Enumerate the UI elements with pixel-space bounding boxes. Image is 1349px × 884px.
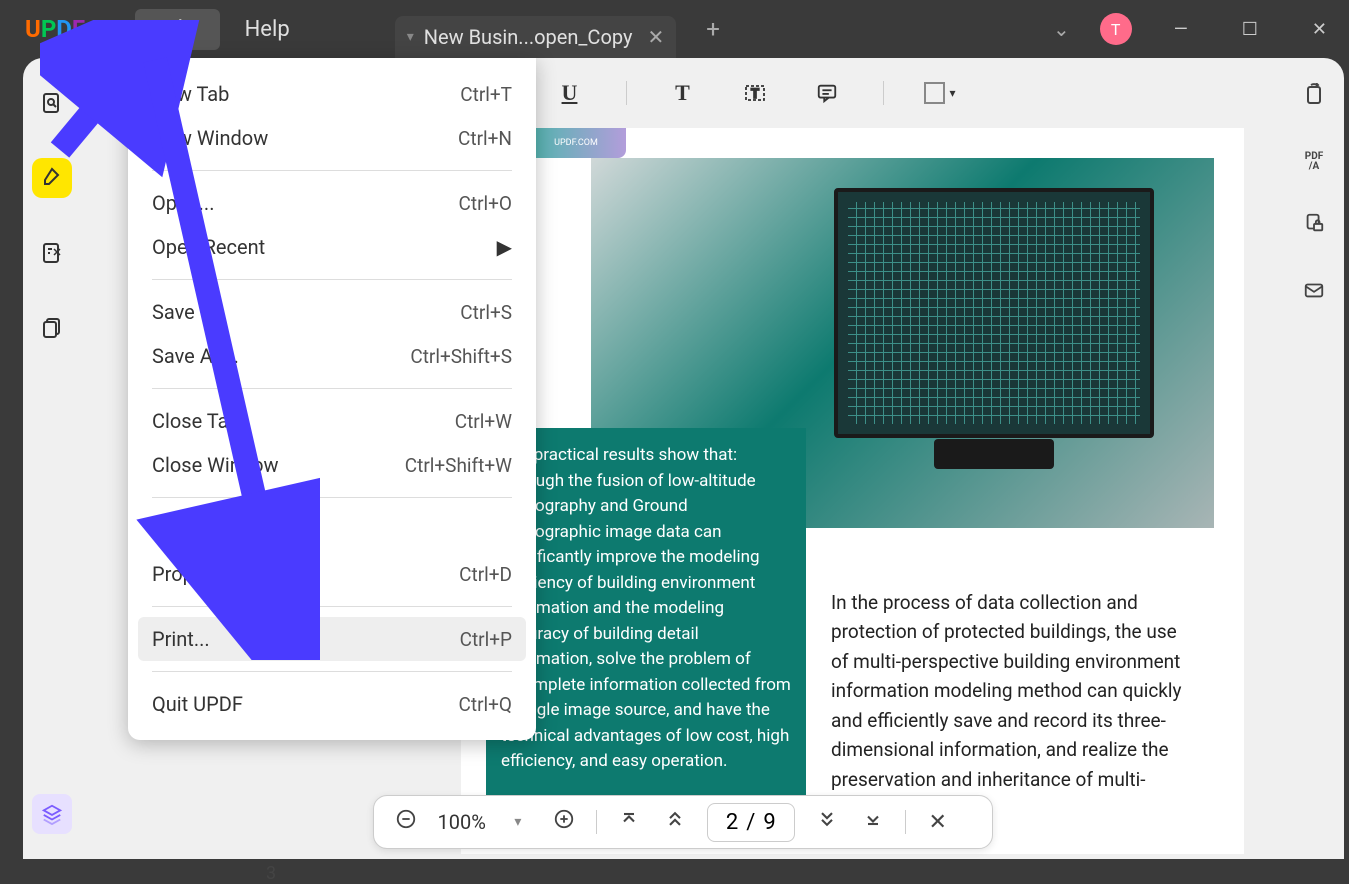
menu-item-quit-updf[interactable]: Quit UPDF Ctrl+Q [138,682,526,726]
document-page[interactable]: UPDF.COM The practical results show that… [461,128,1244,854]
search-icon[interactable] [32,83,72,123]
window-close-button[interactable]: ✕ [1300,11,1339,48]
menu-item-close-window[interactable]: Close Window Ctrl+Shift+W [138,443,526,487]
menu-shortcut: Ctrl+N [458,127,512,150]
menu-item-properties[interactable]: Properties... Ctrl+D [138,552,526,596]
menu-separator [152,497,512,498]
textbox-tool-icon[interactable]: T [739,77,771,109]
page-navigation-bar: 100% ▾ 2 / 9 ✕ [373,795,993,849]
text-tool-icon[interactable]: T [667,77,699,109]
zoom-dropdown-icon[interactable]: ▾ [504,814,532,830]
zoom-in-button[interactable] [550,808,578,836]
menu-item-open[interactable]: Open... Ctrl+O [138,181,526,225]
menu-separator [152,606,512,607]
page-indicator[interactable]: 2 / 9 [707,803,795,842]
menu-shortcut: Ctrl+P [460,628,512,651]
menu-item-label: New Tab [152,82,229,106]
shape-tool-icon[interactable]: ▾ [924,77,956,109]
user-avatar[interactable]: T [1100,13,1132,45]
window-maximize-button[interactable]: ☐ [1230,11,1270,48]
close-bar-button[interactable]: ✕ [924,810,952,835]
menu-shortcut: Ctrl+D [459,563,512,586]
current-page: 2 [726,810,738,835]
rotate-icon[interactable] [1302,83,1326,112]
bar-separator [596,810,597,834]
menu-item-label: Open... [152,191,214,215]
menu-shortcut: Ctrl+Q [459,693,513,716]
new-tab-button[interactable]: + [706,15,720,43]
tab-close-icon[interactable]: ✕ [647,25,664,49]
menu-help[interactable]: Help [220,9,315,50]
menu-item-label: Save [152,300,195,324]
file-menu-dropdown: New Tab Ctrl+T New Window Ctrl+N Open... Ctrl… [128,58,536,740]
menu-file[interactable]: File [135,9,220,50]
app-logo: UPDF [25,15,85,43]
mail-icon[interactable] [1303,279,1325,306]
menu-shortcut: Ctrl+T [460,83,512,106]
menu-shortcut: Ctrl+Shift+S [410,345,512,368]
menu-separator [152,671,512,672]
menu-item-label: Show in Folder [152,518,283,542]
menu-item-label: New Window [152,126,268,150]
submenu-arrow-icon: ▶ [497,235,512,259]
first-page-button[interactable] [615,809,643,835]
menu-item-label: Print... [152,627,210,651]
thumbnail-panel[interactable]: 3 [171,858,371,884]
titlebar-chevron-icon[interactable]: ⌄ [1053,17,1070,41]
prev-page-button[interactable] [661,809,689,835]
toolbar-separator [626,81,627,105]
menu-item-label: Open Recent [152,235,265,259]
menu-item-open-recent[interactable]: Open Recent ▶ [138,225,526,269]
menu-item-show-in-folder[interactable]: Show in Folder [138,508,526,552]
tab-dropdown-icon[interactable]: ▾ [407,29,414,45]
highlighter-icon[interactable] [32,158,72,198]
total-pages: 9 [763,810,775,835]
toolbar-separator [883,81,884,105]
menu-item-label: Close Window [152,453,279,477]
edit-icon[interactable] [32,233,72,273]
menu-shortcut: Ctrl+Shift+W [405,454,512,477]
pdfa-icon[interactable]: PDF/A [1305,152,1323,172]
menu-item-label: Close Tab [152,409,240,433]
thumbnail-number: 3 [171,863,371,884]
document-tab[interactable]: ▾ New Busin...open_Copy ✕ [395,16,677,58]
menu-item-new-window[interactable]: New Window Ctrl+N [138,116,526,160]
menu-item-save[interactable]: Save Ctrl+S [138,290,526,334]
menu-item-print[interactable]: Print... Ctrl+P [138,617,526,661]
menu-separator [152,388,512,389]
menu-item-label: Save As... [152,344,239,368]
zoom-out-button[interactable] [392,808,420,836]
menu-item-close-tab[interactable]: Close Tab Ctrl+W [138,399,526,443]
menu-separator [152,170,512,171]
comment-tool-icon[interactable] [811,77,843,109]
tab-title: New Busin...open_Copy [424,25,633,49]
last-page-button[interactable] [859,809,887,835]
menu-separator [152,279,512,280]
menu-shortcut: Ctrl+W [455,410,512,433]
bar-separator [905,810,906,834]
zoom-level: 100% [438,810,486,834]
pages-icon[interactable] [32,308,72,348]
menu-item-new-tab[interactable]: New Tab Ctrl+T [138,72,526,116]
menu-shortcut: Ctrl+O [459,192,513,215]
menu-shortcut: Ctrl+S [460,301,512,324]
menu-item-save-as[interactable]: Save As... Ctrl+Shift+S [138,334,526,378]
next-page-button[interactable] [813,809,841,835]
doc-body-text: In the process of data collection and pr… [831,588,1194,794]
lock-doc-icon[interactable] [1303,212,1325,239]
window-minimize-button[interactable]: — [1162,11,1200,48]
doc-watermark: UPDF.COM [526,128,626,158]
menu-item-label: Quit UPDF [152,692,243,716]
layers-icon[interactable] [32,794,72,834]
svg-text:T: T [750,87,758,102]
underline-tool-icon[interactable]: U [554,77,586,109]
menu-item-label: Properties... [152,562,260,586]
